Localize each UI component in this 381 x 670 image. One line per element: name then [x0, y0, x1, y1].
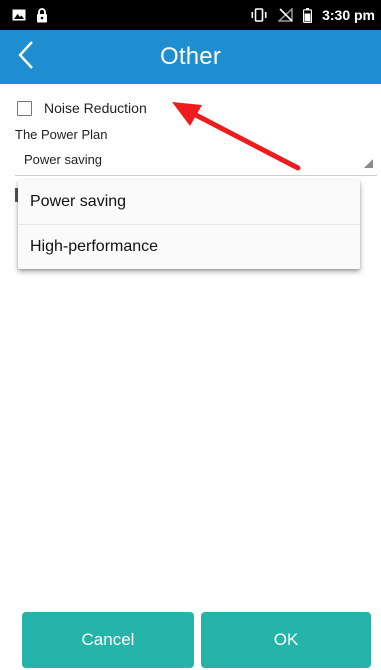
- image-icon: [12, 9, 26, 21]
- noise-reduction-label: Noise Reduction: [44, 100, 147, 116]
- status-left-icons: [12, 7, 48, 23]
- dropdown-option-power-saving[interactable]: Power saving: [18, 180, 360, 224]
- ok-button[interactable]: OK: [201, 612, 371, 668]
- power-plan-selected-value: Power saving: [24, 152, 103, 167]
- vibrate-icon: [250, 8, 268, 22]
- status-right-icons: 3:30 pm: [250, 7, 375, 23]
- dropdown-triangle-icon: [364, 155, 373, 173]
- chevron-left-icon: [17, 40, 35, 75]
- no-signal-icon: [278, 8, 293, 22]
- dropdown-option-high-performance[interactable]: High-performance: [18, 224, 360, 268]
- cancel-button[interactable]: Cancel: [22, 612, 194, 668]
- status-bar: 3:30 pm: [0, 0, 381, 30]
- noise-reduction-checkbox[interactable]: Noise Reduction: [17, 98, 147, 118]
- lock-icon: [36, 7, 48, 23]
- battery-icon: [303, 7, 313, 23]
- power-plan-dropdown: Power saving High-performance: [18, 180, 360, 269]
- power-plan-select[interactable]: Power saving: [15, 148, 377, 176]
- status-time: 3:30 pm: [322, 7, 375, 23]
- checkbox-icon[interactable]: [17, 100, 32, 116]
- back-button[interactable]: [6, 30, 46, 84]
- app-bar: Other: [0, 30, 381, 84]
- power-plan-label: The Power Plan: [15, 127, 108, 142]
- page-title: Other: [159, 43, 222, 70]
